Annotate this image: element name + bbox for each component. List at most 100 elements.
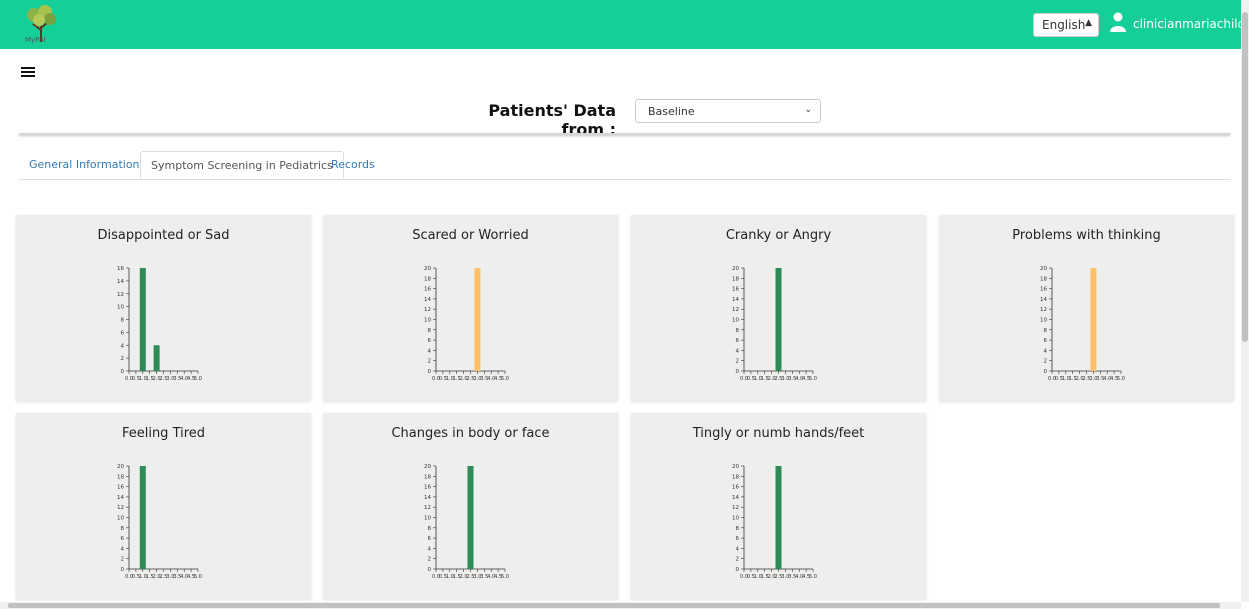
- y-tick-label: 14: [424, 495, 431, 501]
- bar: [474, 268, 481, 371]
- username-link[interactable]: clinicianmariachild: [1133, 17, 1245, 31]
- y-tick-label: 0: [1044, 369, 1048, 375]
- tab-general-information[interactable]: General Information: [19, 151, 150, 178]
- y-tick-label: 2: [1044, 359, 1048, 365]
- period-value: Baseline: [648, 105, 695, 118]
- y-tick-label: 10: [424, 516, 431, 522]
- language-select[interactable]: English ▲: [1033, 13, 1099, 37]
- y-tick-label: 8: [1044, 328, 1048, 334]
- chart-card: Disappointed or Sad 0 2 4 6 8 10 12 14 16 0.0 0.5 1.…: [16, 215, 311, 401]
- y-tick-label: 8: [121, 526, 125, 532]
- y-tick-label: 6: [428, 338, 432, 344]
- y-tick-label: 8: [428, 526, 432, 532]
- y-tick-label: 6: [1044, 338, 1048, 344]
- y-tick-label: 12: [424, 307, 431, 313]
- hamburger-menu-icon[interactable]: [21, 67, 35, 77]
- x-tick-label: 5.0: [809, 376, 817, 382]
- x-tick-label: 5.0: [501, 376, 509, 382]
- y-tick-label: 4: [736, 348, 740, 354]
- y-tick-label: 12: [424, 505, 431, 511]
- y-tick-label: 20: [732, 464, 739, 470]
- language-value: English: [1042, 18, 1086, 32]
- y-tick-label: 4: [736, 546, 740, 552]
- bar: [1090, 268, 1097, 371]
- y-tick-label: 16: [1040, 287, 1047, 293]
- bar-chart: 024681012141618200.00.51.01.52.02.53.03.…: [1040, 266, 1125, 382]
- y-tick-label: 6: [736, 536, 740, 542]
- y-tick-label: 0: [736, 567, 740, 573]
- y-tick-label: 18: [424, 276, 431, 282]
- y-tick-label: 20: [424, 266, 431, 272]
- y-tick-label: 0: [121, 567, 125, 573]
- x-tick-label: 5.0: [194, 574, 202, 580]
- y-tick-label: 16: [732, 287, 739, 293]
- chart-card: Feeling Tired 0 2 4 6 8 10 12 14 16 18 20 0.0 0.5 1.0 1…: [16, 413, 311, 599]
- y-tick-label: 10: [117, 516, 124, 522]
- y-tick-label: 16: [424, 287, 431, 293]
- x-tick-label: 5.0: [194, 376, 202, 382]
- y-tick-label: 14: [732, 495, 739, 501]
- tab-symptom-screening[interactable]: Symptom Screening in Pediatrics: [140, 151, 344, 179]
- bar-chart: 024681012141618200.00.51.01.52.02.53.03.…: [424, 464, 509, 580]
- y-tick-label: 14: [117, 279, 124, 285]
- mypal-logo[interactable]: MyPal: [21, 4, 61, 44]
- y-tick-label: 0: [428, 369, 432, 375]
- chart-card: Tingly or numb hands/feet 0 2 4 6 8 10 12 14 16 18…: [631, 413, 926, 599]
- y-tick-label: 14: [424, 297, 431, 303]
- bar-chart: 024681012141618200.00.51.01.52.02.53.03.…: [732, 266, 817, 382]
- y-tick-label: 12: [732, 505, 739, 511]
- chart-card: Changes in body or face 0 2 4 6 8 10 12 14 16 18 20…: [323, 413, 618, 599]
- bar-chart: 024681012141618200.00.51.01.52.02.53.03.…: [117, 464, 202, 580]
- y-tick-label: 6: [121, 330, 125, 336]
- y-tick-label: 6: [428, 536, 432, 542]
- y-tick-label: 10: [1040, 318, 1047, 324]
- y-tick-label: 4: [1044, 348, 1048, 354]
- y-tick-label: 14: [732, 297, 739, 303]
- period-select[interactable]: Baseline ⌄: [635, 99, 821, 123]
- bar-chart: 024681012141618200.00.51.01.52.02.53.03.…: [732, 464, 817, 580]
- y-tick-label: 16: [732, 485, 739, 491]
- y-tick-label: 12: [732, 307, 739, 313]
- y-tick-label: 16: [424, 485, 431, 491]
- y-tick-label: 8: [736, 526, 740, 532]
- bar: [139, 466, 146, 569]
- bar: [139, 268, 146, 371]
- y-tick-label: 12: [117, 292, 124, 298]
- x-tick-label: 5.0: [809, 574, 817, 580]
- top-navbar: MyPal English ▲ clinicianmariachild: [0, 0, 1245, 49]
- y-tick-label: 18: [1040, 276, 1047, 282]
- y-tick-label: 8: [736, 328, 740, 334]
- y-tick-label: 0: [428, 567, 432, 573]
- user-icon[interactable]: [1110, 12, 1126, 32]
- y-tick-label: 18: [424, 474, 431, 480]
- y-tick-label: 12: [1040, 307, 1047, 313]
- vertical-scrollbar[interactable]: [1241, 0, 1249, 602]
- bar-chart: 024681012141618200.00.51.01.52.02.53.03.…: [424, 266, 509, 382]
- x-tick-label: 5.0: [1117, 376, 1125, 382]
- sort-arrows-icon: ▲: [1085, 18, 1092, 28]
- y-tick-label: 18: [732, 276, 739, 282]
- y-tick-label: 12: [117, 505, 124, 511]
- y-tick-label: 8: [121, 318, 125, 324]
- y-tick-label: 16: [117, 485, 124, 491]
- horizontal-scrollbar[interactable]: [0, 602, 1241, 609]
- chevron-down-icon: ⌄: [804, 105, 812, 115]
- y-tick-label: 10: [732, 318, 739, 324]
- bar: [775, 268, 782, 371]
- y-tick-label: 4: [121, 546, 125, 552]
- bar-chart: 02468101214160.00.51.01.52.02.53.03.54.0…: [117, 266, 202, 382]
- y-tick-label: 2: [428, 557, 432, 563]
- y-tick-label: 2: [121, 557, 125, 563]
- y-tick-label: 4: [428, 546, 432, 552]
- y-tick-label: 20: [732, 266, 739, 272]
- y-tick-label: 0: [736, 369, 740, 375]
- y-tick-label: 14: [117, 495, 124, 501]
- x-tick-label: 5.0: [501, 574, 509, 580]
- y-tick-label: 4: [121, 343, 125, 349]
- tab-records[interactable]: Records: [321, 151, 385, 178]
- y-tick-label: 2: [121, 356, 125, 362]
- y-tick-label: 18: [117, 474, 124, 480]
- y-tick-label: 0: [121, 369, 125, 375]
- y-tick-label: 16: [117, 266, 124, 272]
- y-tick-label: 18: [732, 474, 739, 480]
